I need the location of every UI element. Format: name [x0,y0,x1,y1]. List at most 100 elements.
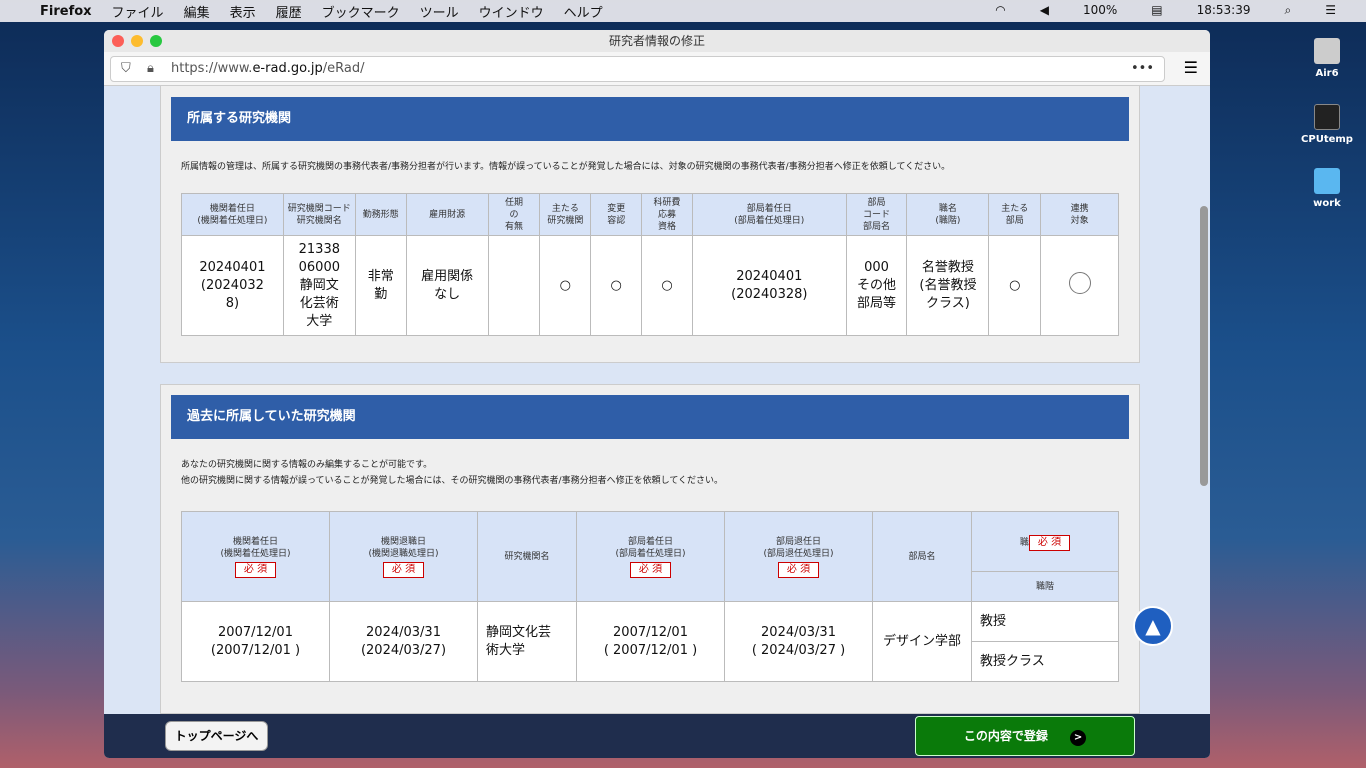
menu-window[interactable]: ウインドウ [479,2,544,21]
header-cell: 変更 容認 [590,193,643,236]
shield-icon[interactable]: ⛉ [121,57,131,81]
header-cell: 職名 (職階) [906,193,990,236]
chevron-right-icon: > [1070,730,1087,746]
header-cell: 部局退任日 (部局退任処理日) [763,536,834,559]
menu-app[interactable]: Firefox [40,4,92,19]
header-cell: 機関着任日 (機関着任処理日) [220,536,291,559]
wifi-icon[interactable]: ◠ [995,3,1005,18]
table-cell: 非常 勤 [354,235,407,336]
table-cell: 20240401 (20240328) [692,235,847,336]
list-icon[interactable]: ☰ [1325,3,1336,18]
menu-history[interactable]: 履歴 [276,2,302,21]
table-cell: ○ [590,235,643,336]
url-bar[interactable]: ⛉ 🔒︎ https://www.e-rad.go.jp/eRad/ ••• [110,56,1165,82]
desktop-icon-work[interactable]: work [1297,168,1357,209]
past-affiliation-table: 機関着任日 (機関着任処理日) 必 須 機関退職日 (機関退職処理日) 必 須 研究… [181,511,1119,682]
register-label: この内容で登録 [963,729,1048,743]
desktop-icon-air6[interactable]: Air6 [1297,38,1357,79]
table-cell: 教授 [971,601,1119,642]
section-note-1: あなたの研究機関に関する情報のみ編集することが可能です。 [181,460,433,470]
table-cell: 2007/12/01 ( 2007/12/01 ) [576,601,725,682]
link-target-radio[interactable] [1068,271,1091,294]
window-title: 研究者情報の修正 [608,34,705,48]
desktop-icon-cputemp[interactable]: CPUtemp [1297,104,1357,145]
header-cell: 任期 の 有無 [487,193,541,236]
url-path: /eRad/ [322,61,365,76]
more-icon[interactable]: ••• [1131,57,1154,81]
required-badge: 必 須 [629,561,672,578]
required-badge: 必 須 [1028,534,1071,551]
desktop-label: Air6 [1315,68,1339,79]
header-cell: 機関退職日 (機関退職処理日) [368,536,439,559]
desktop-label: work [1313,198,1341,209]
table-cell: デザイン学部 [872,601,972,682]
required-badge: 必 須 [382,561,425,578]
header-cell: 部局名 [908,551,936,562]
menu-help[interactable]: ヘルプ [564,2,603,21]
register-button[interactable]: この内容で登録 > [915,716,1135,756]
table-cell [487,235,541,336]
table-cell: 000 その他 部局等 [845,235,908,336]
header-cell: 連携 対象 [1040,193,1119,236]
header-cell: 主たる 研究機関 [539,193,592,236]
table-cell: ○ [988,235,1042,336]
header-cell: 部局着任日 (部局着任処理日) [615,536,686,559]
required-badge: 必 須 [777,561,820,578]
table-cell [1040,235,1119,336]
table-cell: 雇用関係 なし [405,235,489,336]
table-cell: ○ [641,235,693,336]
header-cell: 雇用財源 [405,193,489,236]
table-cell: 名誉教授 (名誉教授 クラス) [906,235,990,336]
scroll-to-top-button[interactable]: ▲ [1133,606,1173,646]
past-affiliation-panel: 過去に所属していた研究機関 あなたの研究機関に関する情報のみ編集することが可能で… [160,384,1140,714]
volume-icon[interactable]: ◀ [1040,3,1049,18]
header-cell: 機関着任日 (機関着任処理日) [181,193,284,236]
current-affiliation-table: 機関着任日 (機関着任処理日) 研究機関コード 研究機関名 勤務形態 雇用財源 任期 の… [181,193,1119,336]
menu-view[interactable]: 表示 [230,2,256,21]
desktop-label: CPUtemp [1301,134,1353,145]
hamburger-menu-icon[interactable]: ☰ [1184,58,1198,77]
section-title: 過去に所属していた研究機関 [171,395,1129,439]
menu-file[interactable]: ファイル [112,2,164,21]
url-prefix: https://www. [171,61,253,76]
header-cell: 職階 [1035,581,1054,592]
table-cell: 2024/03/31 ( 2024/03/27 ) [724,601,873,682]
zoom-button[interactable] [150,35,162,47]
table-cell: ○ [539,235,592,336]
table-cell: 20240401 (2024032 8) [181,235,284,336]
section-note: 所属情報の管理は、所属する研究機関の事務代表者/事務分担者が行います。情報が誤っ… [181,162,951,172]
flag-icon[interactable]: ▤ [1151,3,1162,18]
close-button[interactable] [112,35,124,47]
section-title: 所属する研究機関 [171,97,1129,141]
title-bar: 研究者情報の修正 [104,30,1210,52]
scrollbar[interactable] [1200,206,1208,486]
table-cell: 2007/12/01 (2007/12/01 ) [181,601,330,682]
current-affiliation-panel: 所属する研究機関 所属情報の管理は、所属する研究機関の事務代表者/事務分担者が行… [160,86,1140,363]
header-cell: 勤務形態 [354,193,407,236]
menu-edit[interactable]: 編集 [184,2,210,21]
top-page-button[interactable]: トップページへ [165,721,268,751]
clock[interactable]: 18:53:39 [1197,3,1251,18]
header-cell: 部局着任日 (部局着任処理日) [692,193,847,236]
header-cell: 研究機関コード 研究機関名 [282,193,356,236]
required-badge: 必 須 [234,561,277,578]
section-note-2: 他の研究機関に関する情報が誤っていることが発覚した場合には、その研究機関の事務代… [181,476,724,486]
header-cell: 部局 コード 部局名 [845,193,908,236]
url-domain: e-rad.go.jp [252,61,323,76]
menu-bar: Firefox ファイル 編集 表示 履歴 ブックマーク ツール ウインドウ ヘ… [0,0,1366,22]
search-icon[interactable]: ⌕ [1285,3,1292,18]
minimize-button[interactable] [131,35,143,47]
menu-tools[interactable]: ツール [420,2,459,21]
header-cell: 職 [1019,537,1029,548]
browser-window: 研究者情報の修正 ⛉ 🔒︎ https://www.e-rad.go.jp/eR… [104,30,1210,758]
menu-bookmarks[interactable]: ブックマーク [322,2,400,21]
header-cell: 科研費 応募 資格 [641,193,693,236]
table-cell: 2024/03/31 (2024/03/27) [329,601,478,682]
table-cell: 教授クラス [971,641,1119,682]
table-cell: 21338 06000 静岡文 化芸術 大学 [282,235,356,336]
footer-bar: トップページへ この内容で登録 > [104,714,1210,758]
header-cell: 研究機関名 [504,551,550,562]
header-cell: 主たる 部局 [988,193,1042,236]
battery-status[interactable]: 100% [1083,3,1117,18]
lock-icon: 🔒︎ [147,61,154,76]
